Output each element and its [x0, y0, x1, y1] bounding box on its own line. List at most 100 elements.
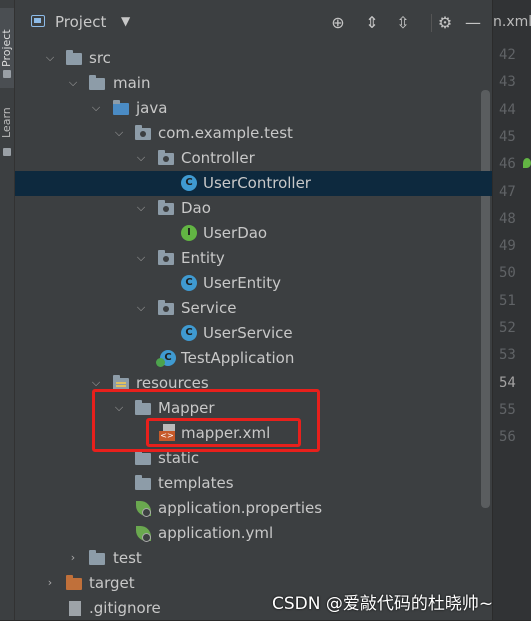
gear-icon[interactable]: ⚙ [435, 12, 455, 32]
tree-node-entity[interactable]: ⌵ Entity [15, 246, 492, 271]
tree-node-label: TestApplication [181, 349, 295, 367]
package-icon [158, 300, 174, 315]
package-icon [158, 150, 174, 165]
line-number: 50 [499, 265, 516, 282]
line-number: 47 [499, 183, 516, 200]
hide-icon[interactable]: — [463, 12, 483, 32]
tree-node-label: test [113, 549, 142, 567]
package-icon [158, 250, 174, 265]
folder-icon [135, 475, 151, 490]
watermark: CSDN @爱敲代码的杜晓帅~ [272, 594, 494, 614]
tree-node-label: application.properties [158, 499, 323, 517]
spring-config-icon [136, 526, 151, 542]
expand-arrow-icon[interactable]: ⌵ [67, 77, 79, 89]
expand-arrow-icon[interactable]: ⌵ [135, 152, 147, 164]
class-icon: C [181, 175, 197, 191]
tree-node-user-entity[interactable]: C UserEntity [15, 271, 492, 296]
line-number: 56 [499, 429, 516, 446]
file-icon [69, 601, 81, 616]
class-icon: C [181, 275, 197, 291]
project-panel-header: Project ▼ ⊕ ⇕ ⇳ ⚙ — [15, 0, 492, 44]
editor-gutter: n.xml 42 43 44 45 46 47 48 49 50 51 52 53 54 55 56 [493, 0, 531, 620]
line-number: 44 [499, 101, 516, 118]
collapsed-arrow-icon[interactable]: › [67, 552, 79, 564]
tool-window-strip: Project Learn [0, 0, 15, 620]
expand-arrow-icon[interactable]: ⌵ [44, 52, 56, 64]
tree-node-service[interactable]: ⌵ Service [15, 296, 492, 321]
tree-node-package[interactable]: ⌵ com.example.test [15, 121, 492, 146]
line-number: 45 [499, 128, 516, 145]
project-panel: Project ▼ ⊕ ⇕ ⇳ ⚙ — ⌵ src ⌵ main ⌵ java … [15, 0, 492, 620]
folder-icon [66, 50, 82, 65]
line-number: 42 [499, 47, 516, 63]
package-icon [135, 125, 151, 140]
tree-node-label: src [89, 49, 111, 67]
editor-tab[interactable]: n.xml [493, 14, 531, 30]
spring-bean-gutter-icon[interactable] [523, 158, 531, 168]
locate-icon[interactable]: ⊕ [328, 12, 348, 32]
line-number: 43 [499, 74, 516, 91]
line-number: 48 [499, 210, 516, 227]
spring-boot-app-icon: C [156, 350, 176, 367]
spring-config-icon [136, 501, 151, 517]
highlight-box-mapper-xml [146, 418, 301, 447]
tree-node-label: Service [181, 299, 237, 317]
tree-node-label: target [89, 574, 135, 592]
line-number: 55 [499, 401, 516, 418]
collapsed-arrow-icon[interactable]: › [44, 577, 56, 589]
tree-node-application-yml[interactable]: application.yml [15, 521, 492, 546]
tree-node-label: Controller [181, 149, 255, 167]
expand-all-icon[interactable]: ⇕ [362, 12, 382, 32]
tree-node-test[interactable]: › test [15, 546, 492, 571]
interface-icon: I [181, 225, 197, 241]
tree-node-user-controller[interactable]: C UserController [15, 171, 492, 196]
collapse-all-icon[interactable]: ⇳ [393, 12, 413, 32]
line-number: 51 [499, 292, 516, 309]
tree-node-label: UserEntity [203, 274, 281, 292]
learn-tab-icon [3, 148, 11, 156]
tree-node-label: .gitignore [89, 599, 161, 617]
line-number: 54 [499, 374, 516, 391]
line-number: 49 [499, 238, 516, 255]
tree-node-label: application.yml [158, 524, 274, 542]
tree-node-application-properties[interactable]: application.properties [15, 496, 492, 521]
expand-arrow-icon[interactable]: ⌵ [90, 377, 102, 389]
folder-icon [89, 550, 105, 565]
tree-node-user-service[interactable]: C UserService [15, 321, 492, 346]
tree-node-label: Dao [181, 199, 211, 217]
project-view-icon [31, 15, 45, 27]
learn-tool-tab[interactable]: Learn [0, 102, 14, 144]
expand-arrow-icon[interactable]: ⌵ [135, 302, 147, 314]
source-folder-icon [113, 100, 129, 115]
tree-node-label: main [113, 74, 151, 92]
tree-node-label: UserController [203, 174, 311, 192]
expand-arrow-icon[interactable]: ⌵ [113, 127, 125, 139]
tree-node-controller[interactable]: ⌵ Controller [15, 146, 492, 171]
tree-node-user-dao[interactable]: I UserDao [15, 221, 492, 246]
excluded-folder-icon [66, 575, 82, 590]
tree-node-label: templates [158, 474, 234, 492]
folder-icon [135, 450, 151, 465]
tree-node-test-application[interactable]: C TestApplication [15, 346, 492, 371]
class-icon: C [181, 325, 197, 341]
tree-node-label: UserService [203, 324, 293, 342]
tree-node-java[interactable]: ⌵ java [15, 96, 492, 121]
tree-node-dao[interactable]: ⌵ Dao [15, 196, 492, 221]
header-divider [431, 14, 432, 32]
project-view-title[interactable]: Project [55, 13, 106, 31]
tree-node-label: UserDao [203, 224, 268, 242]
project-tab-icon [3, 70, 11, 78]
chevron-down-icon[interactable]: ▼ [121, 14, 130, 28]
line-number: 53 [499, 347, 516, 364]
expand-arrow-icon[interactable]: ⌵ [135, 202, 147, 214]
tree-node-main[interactable]: ⌵ main [15, 71, 492, 96]
tree-node-label: com.example.test [158, 124, 293, 142]
tree-node-templates[interactable]: templates [15, 471, 492, 496]
expand-arrow-icon[interactable]: ⌵ [90, 102, 102, 114]
package-icon [158, 200, 174, 215]
tree-node-label: java [136, 99, 168, 117]
expand-arrow-icon[interactable]: ⌵ [135, 252, 147, 264]
tree-node-src[interactable]: ⌵ src [15, 46, 492, 71]
folder-icon [89, 75, 105, 90]
tree-node-label: Entity [181, 249, 225, 267]
